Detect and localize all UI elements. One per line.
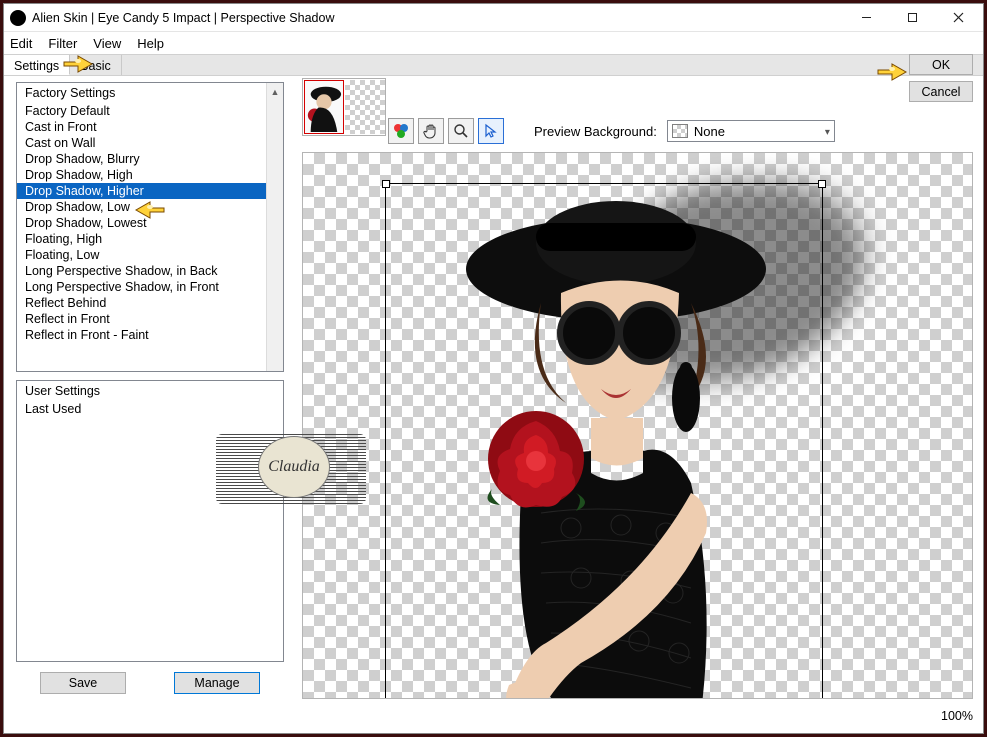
dialog-body: ▲ Factory Settings Factory DefaultCast i… — [4, 76, 983, 733]
factory-item[interactable]: Drop Shadow, Higher — [17, 183, 283, 199]
titlebar: Alien Skin | Eye Candy 5 Impact | Perspe… — [4, 4, 983, 32]
zoom-level: 100% — [941, 709, 973, 723]
ok-button[interactable]: OK — [909, 54, 973, 75]
factory-item[interactable]: Reflect Behind — [17, 295, 283, 311]
user-settings-header: User Settings — [17, 381, 283, 401]
factory-list-scrollbar[interactable]: ▲ — [266, 83, 283, 371]
settings-panel: ▲ Factory Settings Factory DefaultCast i… — [16, 82, 284, 725]
preview-bg-label: Preview Background: — [534, 124, 657, 139]
factory-settings-header: Factory Settings — [17, 83, 283, 103]
window-controls — [843, 6, 981, 30]
menu-filter[interactable]: Filter — [48, 36, 77, 51]
menu-help[interactable]: Help — [137, 36, 164, 51]
app-icon — [10, 10, 26, 26]
menu-view[interactable]: View — [93, 36, 121, 51]
factory-item[interactable]: Long Perspective Shadow, in Back — [17, 263, 283, 279]
pointer-tool[interactable] — [478, 118, 504, 144]
maximize-button[interactable] — [889, 6, 935, 30]
factory-item[interactable]: Drop Shadow, Lowest — [17, 215, 283, 231]
user-settings-list[interactable]: User Settings Last Used — [16, 380, 284, 662]
factory-item[interactable]: Factory Default — [17, 103, 283, 119]
tabstrip: Settings Basic OK Cancel — [4, 54, 983, 76]
factory-item[interactable]: Cast on Wall — [17, 135, 283, 151]
minimize-button[interactable] — [843, 6, 889, 30]
factory-item[interactable]: Floating, High — [17, 231, 283, 247]
factory-item[interactable]: Reflect in Front - Faint — [17, 327, 283, 343]
menubar: Edit Filter View Help — [4, 32, 983, 54]
preview-bg-value: None — [694, 124, 725, 139]
menu-edit[interactable]: Edit — [10, 36, 32, 51]
preview-thumbnail[interactable] — [302, 78, 386, 136]
handle-top-left[interactable] — [382, 180, 390, 188]
color-picker-tool[interactable] — [388, 118, 414, 144]
factory-item[interactable]: Drop Shadow, High — [17, 167, 283, 183]
preview-canvas[interactable] — [302, 152, 973, 699]
app-window: Alien Skin | Eye Candy 5 Impact | Perspe… — [3, 3, 984, 734]
scroll-up-icon[interactable]: ▲ — [267, 83, 283, 100]
save-button[interactable]: Save — [40, 672, 126, 694]
thumbnail-original — [304, 80, 344, 134]
factory-item[interactable]: Cast in Front — [17, 119, 283, 135]
factory-item[interactable]: Drop Shadow, Low — [17, 199, 283, 215]
preview-toolbar: Preview Background: None ▾ — [388, 118, 835, 144]
hand-tool[interactable] — [418, 118, 444, 144]
tab-basic[interactable]: Basic — [70, 55, 122, 75]
user-item[interactable]: Last Used — [17, 401, 283, 417]
close-button[interactable] — [935, 6, 981, 30]
window-title: Alien Skin | Eye Candy 5 Impact | Perspe… — [32, 11, 843, 25]
preview-area: Preview Background: None ▾ — [302, 82, 973, 725]
preview-image — [391, 173, 821, 699]
tab-settings[interactable]: Settings — [4, 55, 70, 75]
factory-item[interactable]: Reflect in Front — [17, 311, 283, 327]
factory-item[interactable]: Floating, Low — [17, 247, 283, 263]
preview-bg-select[interactable]: None ▾ — [667, 120, 835, 142]
thumbnail-effect — [345, 80, 385, 134]
factory-item[interactable]: Drop Shadow, Blurry — [17, 151, 283, 167]
factory-item[interactable]: Long Perspective Shadow, in Front — [17, 279, 283, 295]
zoom-tool[interactable] — [448, 118, 474, 144]
chevron-down-icon: ▾ — [825, 127, 830, 138]
factory-settings-list[interactable]: ▲ Factory Settings Factory DefaultCast i… — [16, 82, 284, 372]
manage-button[interactable]: Manage — [174, 672, 260, 694]
checker-swatch-icon — [672, 124, 688, 138]
